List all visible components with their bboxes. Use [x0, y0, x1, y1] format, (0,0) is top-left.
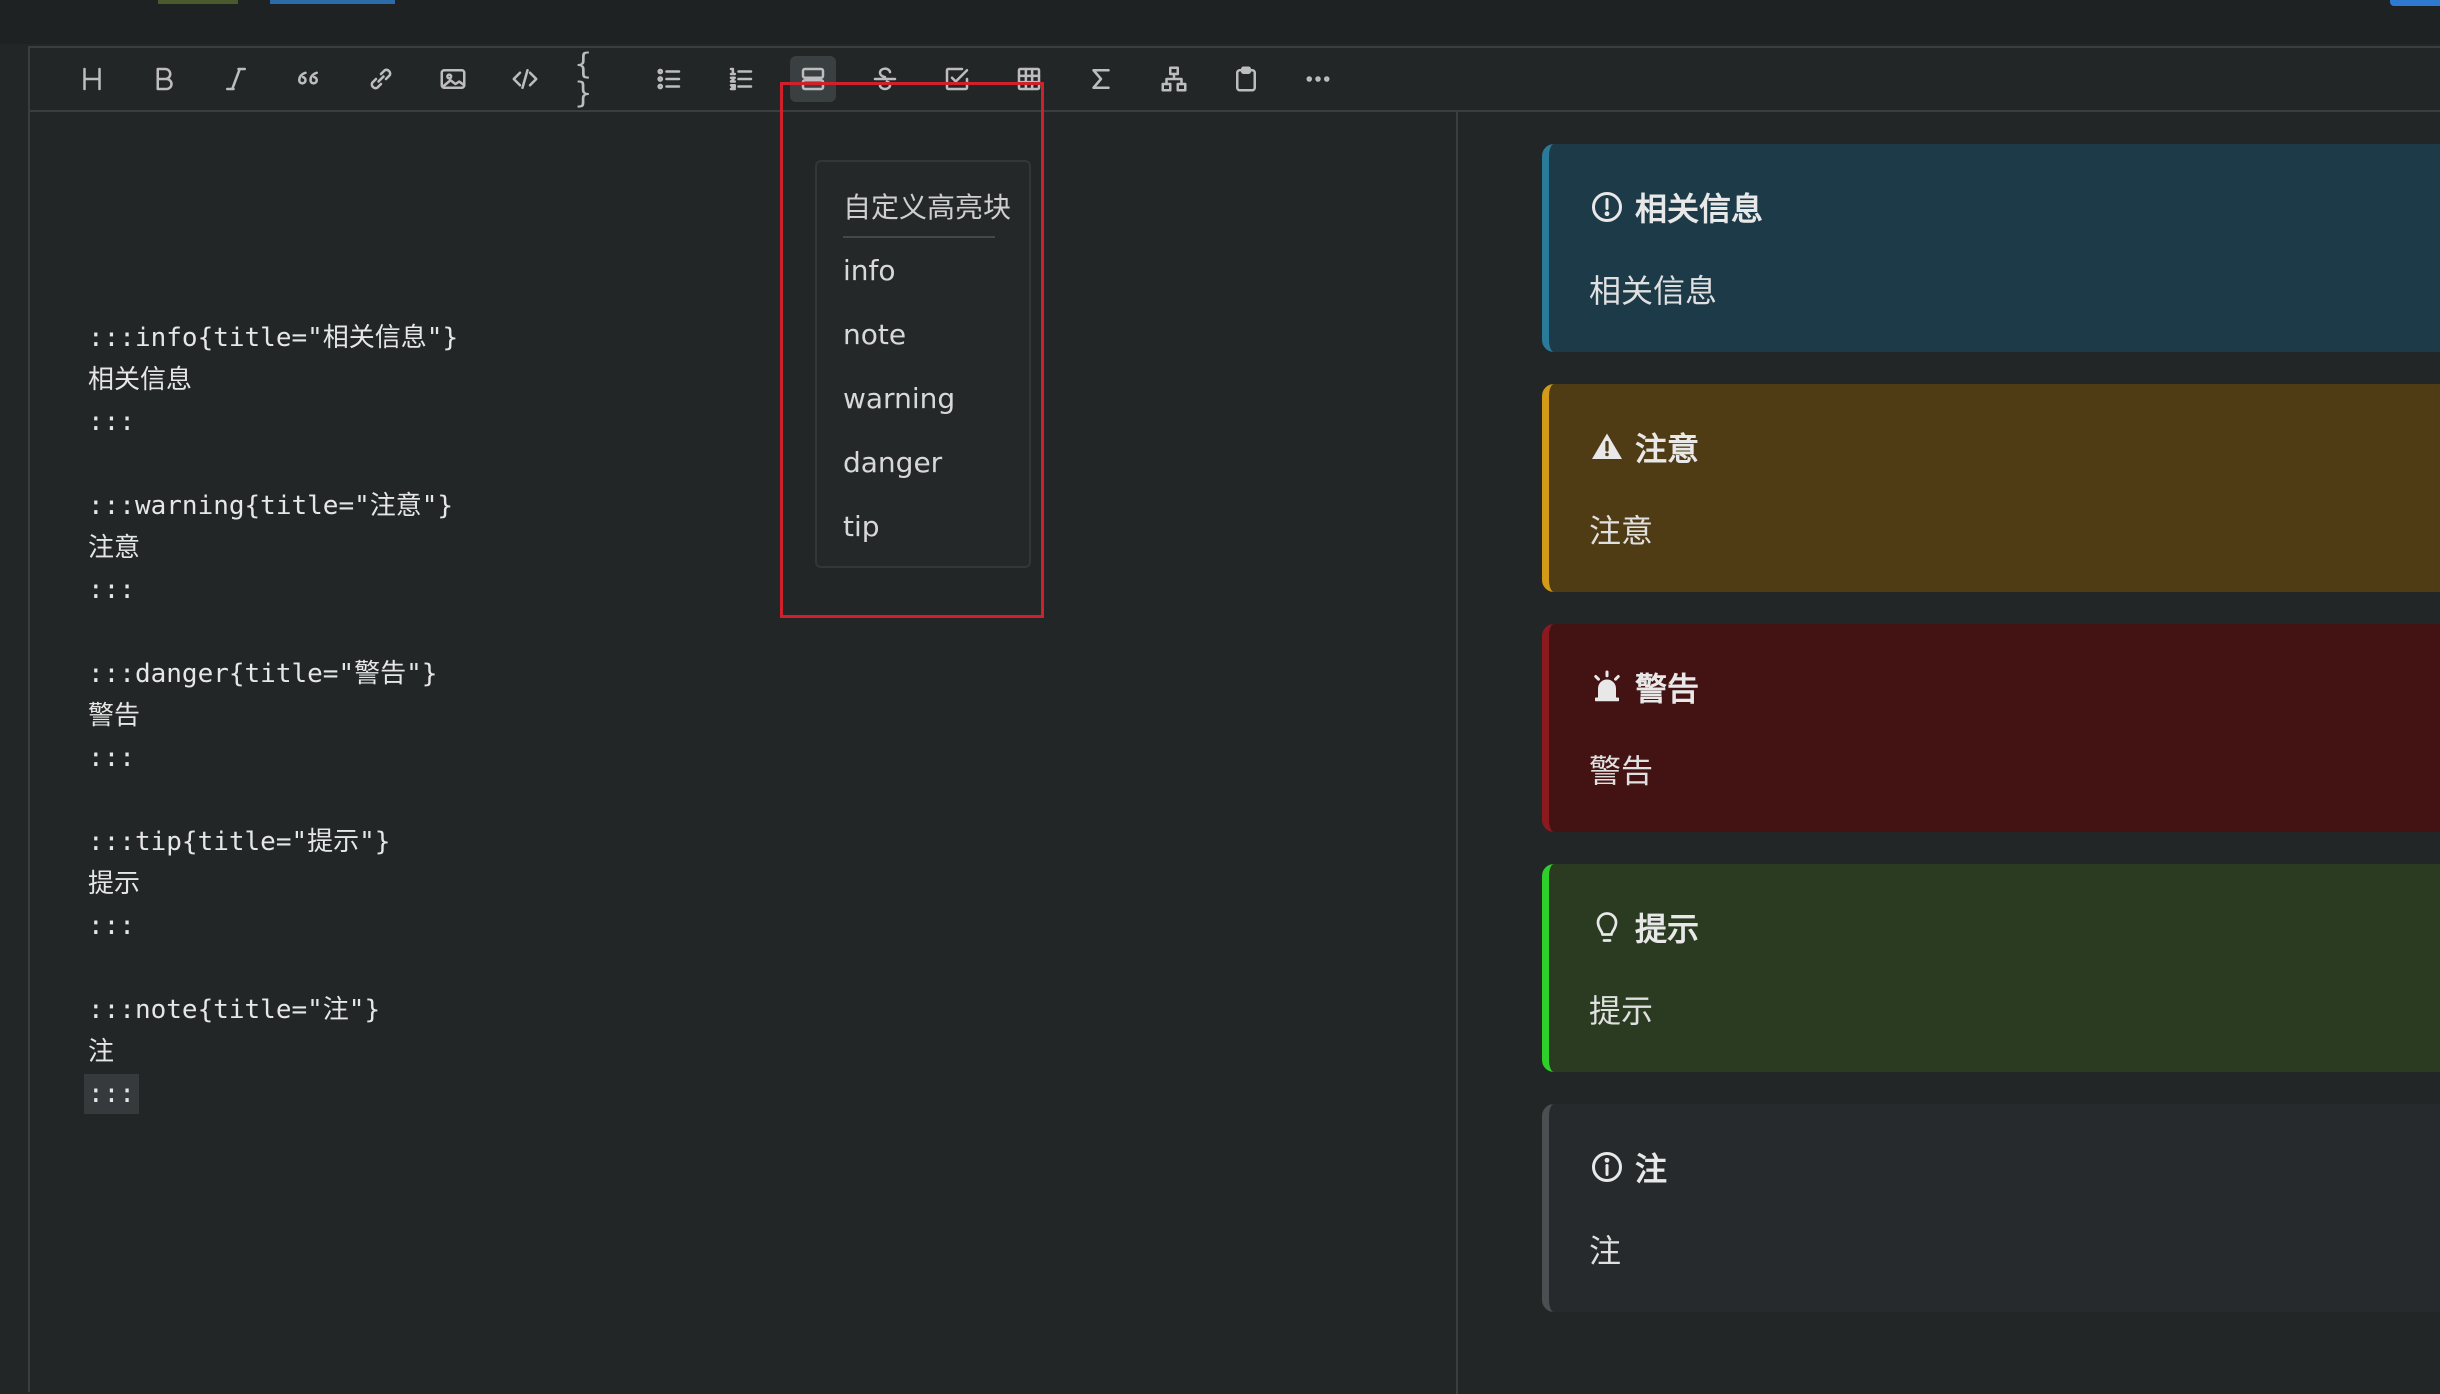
link-button[interactable]	[358, 56, 404, 102]
callout-title: 注	[1635, 1151, 1668, 1187]
table-icon	[1017, 67, 1041, 91]
code-line[interactable]: 注	[88, 1032, 114, 1072]
code-line[interactable]: 提示	[88, 864, 140, 904]
dropdown-item-tip[interactable]: tip	[843, 510, 880, 543]
heading-button[interactable]	[69, 56, 115, 102]
container-icon	[801, 67, 825, 91]
dropdown-divider	[843, 236, 995, 238]
link-icon	[370, 68, 392, 90]
sigma-icon	[1092, 69, 1110, 89]
code-line[interactable]: :::tip{title="提示"}	[88, 822, 390, 862]
inline-code-button[interactable]	[502, 56, 548, 102]
heading-icon	[83, 67, 101, 91]
code-block-button[interactable]: { }	[574, 50, 620, 108]
code-line[interactable]: 相关信息	[88, 360, 192, 400]
math-button[interactable]	[1078, 56, 1124, 102]
ordered-list-icon	[729, 67, 753, 91]
bullet-list-button[interactable]	[646, 56, 692, 102]
diagram-button[interactable]	[1151, 56, 1197, 102]
callout-body: 提示	[1589, 992, 1654, 1030]
callout-warning: 注意 注意	[1542, 384, 2440, 592]
callout-title: 相关信息	[1635, 191, 1764, 227]
strikethrough-icon	[873, 67, 897, 91]
callout-note: 注 注	[1542, 1104, 2440, 1312]
container-type-dropdown: 自定义高亮块 info note warning danger tip	[815, 160, 1031, 568]
top-bar	[0, 0, 2440, 44]
code-line[interactable]: :::warning{title="注意"}	[88, 486, 453, 526]
dropdown-item-warning[interactable]: warning	[843, 382, 955, 415]
code-line[interactable]: :::	[88, 402, 135, 442]
code-line[interactable]: :::danger{title="警告"}	[88, 654, 437, 694]
code-line[interactable]: 警告	[88, 696, 140, 736]
ordered-list-button[interactable]	[718, 56, 764, 102]
dropdown-header: 自定义高亮块	[843, 191, 1012, 224]
strikethrough-button[interactable]	[862, 56, 908, 102]
dropdown-item-danger[interactable]: danger	[843, 446, 942, 479]
code-icon	[512, 69, 538, 89]
info-circle-icon	[1592, 1152, 1622, 1182]
code-line[interactable]: :::	[88, 906, 135, 946]
warning-triangle-icon	[1592, 433, 1622, 459]
quote-button[interactable]	[285, 56, 331, 102]
code-line[interactable]: :::	[88, 738, 135, 778]
dropdown-item-note[interactable]: note	[843, 318, 906, 351]
dropdown-item-info[interactable]: info	[843, 254, 896, 287]
callout-title: 警告	[1635, 671, 1700, 707]
bold-button[interactable]	[141, 56, 187, 102]
italic-icon	[226, 67, 246, 91]
code-line-current[interactable]: :::	[84, 1074, 139, 1114]
callout-danger: 警告 警告	[1542, 624, 2440, 832]
table-button[interactable]	[1006, 56, 1052, 102]
callout-title: 注意	[1635, 431, 1700, 467]
checkbox-icon	[945, 67, 969, 91]
image-button[interactable]	[430, 56, 476, 102]
code-line[interactable]: 注意	[88, 528, 140, 568]
callout-body: 警告	[1589, 752, 1654, 790]
top-tab-indicator-active[interactable]	[270, 0, 395, 4]
callout-title: 提示	[1635, 911, 1700, 947]
bold-icon	[156, 67, 173, 91]
braces-icon: { }	[574, 47, 593, 110]
callout-body: 注	[1589, 1232, 1622, 1270]
exclamation-circle-icon	[1592, 192, 1622, 222]
callout-body: 相关信息	[1589, 272, 1718, 310]
editor-toolbar: { }	[30, 48, 2440, 112]
callout-info: 相关信息 相关信息	[1542, 144, 2440, 352]
italic-button[interactable]	[213, 56, 259, 102]
task-list-button[interactable]	[934, 56, 980, 102]
source-editor[interactable]: :::info{title="相关信息"} 相关信息 ::: :::warnin…	[30, 112, 1458, 1394]
alarm-icon	[1594, 670, 1620, 702]
callout-tip: 提示 提示	[1542, 864, 2440, 1072]
code-line[interactable]: :::info{title="相关信息"}	[88, 318, 458, 358]
code-line[interactable]: :::	[88, 570, 135, 610]
lightbulb-icon	[1596, 912, 1618, 942]
preview-pane: 相关信息 相关信息 注意 注意 警告 警告 提示 提示 注 注	[1458, 112, 2440, 1394]
container-button[interactable]	[790, 56, 836, 102]
diagram-icon	[1161, 66, 1187, 92]
more-button[interactable]	[1295, 56, 1341, 102]
more-icon	[1306, 76, 1330, 82]
top-right-button[interactable]	[2390, 0, 2440, 6]
image-icon	[440, 69, 466, 89]
callout-body: 注意	[1589, 512, 1654, 550]
quote-icon	[298, 71, 318, 85]
clipboard-button[interactable]	[1223, 56, 1269, 102]
bullet-list-icon	[657, 68, 681, 90]
clipboard-icon	[1236, 66, 1256, 92]
top-tab-indicator[interactable]	[158, 0, 238, 4]
markdown-editor: { } :::info{title="相关信息"} 相关信息::::::wa…	[28, 46, 2440, 1394]
code-line[interactable]: :::note{title="注"}	[88, 990, 380, 1030]
